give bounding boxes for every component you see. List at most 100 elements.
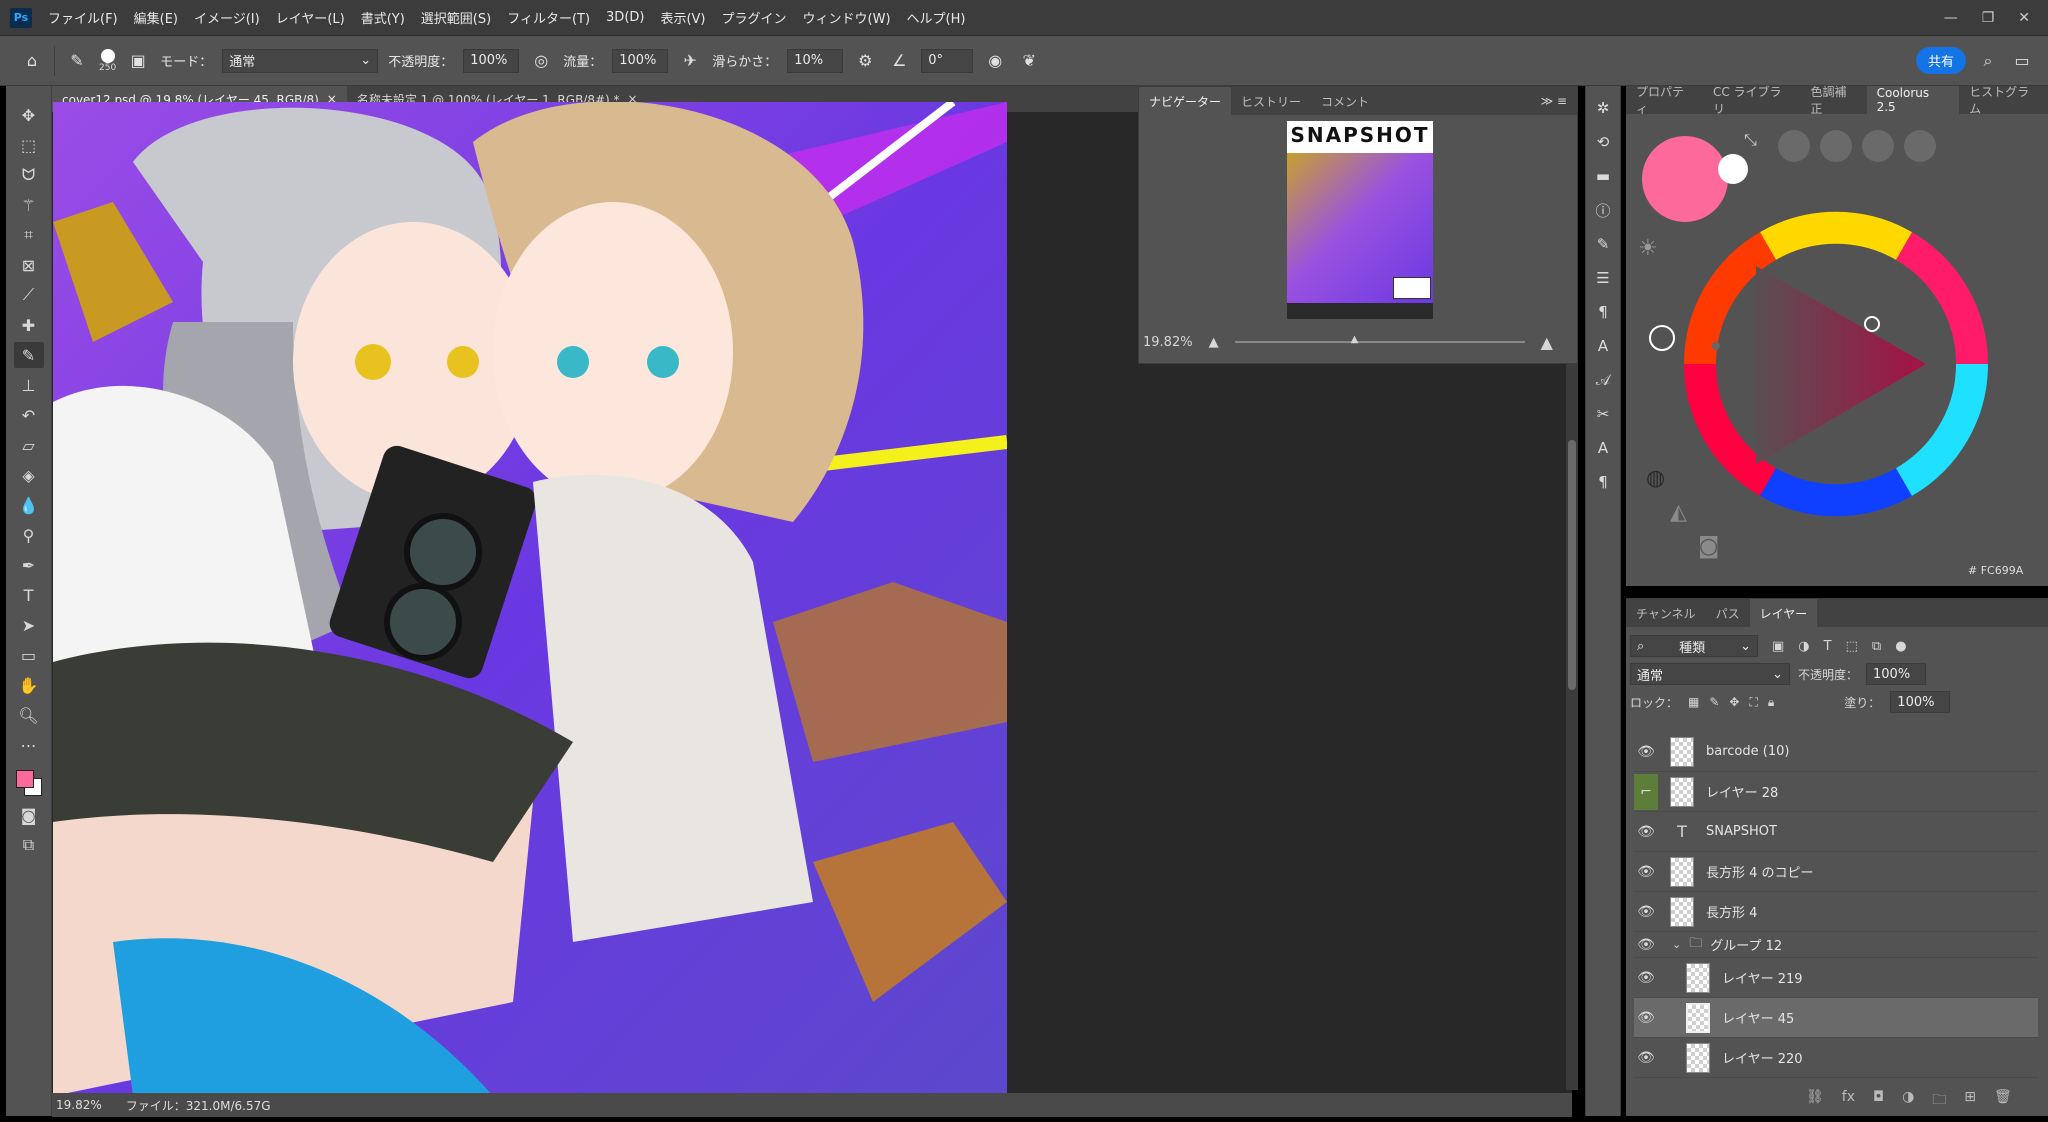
zoom-in-icon[interactable]: ▲ — [1541, 333, 1553, 352]
menu-view[interactable]: 表示(V) — [652, 8, 713, 27]
visibility-eye-icon[interactable]: 👁︎ — [1634, 904, 1658, 920]
filter-toggle-icon[interactable]: ● — [1895, 639, 1906, 654]
search-icon[interactable]: ⌕ — [1976, 49, 2000, 73]
brush-settings-icon[interactable]: ✎ — [1591, 232, 1615, 256]
stamp-tool-icon[interactable]: ⊥ — [14, 372, 44, 398]
tab-paths[interactable]: パス — [1706, 599, 1750, 627]
triangle-mode-icon[interactable]: ◭ — [1670, 500, 1687, 525]
tab-cc-libraries[interactable]: CC ライブラリ — [1703, 85, 1800, 116]
layer-row[interactable]: 👁︎ T SNAPSHOT — [1634, 812, 2038, 852]
glyphs-icon[interactable]: 𝒜 — [1591, 368, 1615, 392]
visibility-eye-icon[interactable]: 👁︎ — [1634, 744, 1658, 760]
layer-row-selected[interactable]: 👁︎ レイヤー 45 — [1634, 998, 2038, 1038]
layer-row[interactable]: 👁︎ レイヤー 219 — [1634, 958, 2038, 998]
minimize-icon[interactable]: — — [1944, 10, 1958, 26]
lock-artboard-icon[interactable]: ⛶ — [1749, 695, 1757, 710]
foreground-color-swatch[interactable] — [15, 770, 34, 788]
tab-history[interactable]: ヒストリー — [1231, 87, 1311, 115]
zoom-slider-handle[interactable]: ▲ — [1351, 334, 1359, 345]
airbrush-icon[interactable]: ✈ — [678, 49, 702, 73]
screen-mode-icon[interactable]: ⧉ — [14, 832, 44, 858]
filter-adjustment-icon[interactable]: ◑ — [1798, 639, 1809, 654]
symmetry-icon[interactable]: ❦ — [1017, 49, 1041, 73]
tab-navigator[interactable]: ナビゲーター — [1139, 87, 1232, 115]
coolorus-icon[interactable]: ✲ — [1591, 96, 1615, 120]
more-tools-icon[interactable]: ⋯ — [14, 732, 44, 758]
artwork-canvas[interactable] — [53, 102, 1007, 1096]
workspace-icon[interactable]: ▭ — [2010, 49, 2034, 73]
layer-row[interactable]: ⌐ レイヤー 28 — [1634, 772, 2038, 812]
wheel-mode-4-icon[interactable] — [1904, 130, 1936, 162]
scroll-thumb[interactable] — [1568, 440, 1576, 690]
mode-select[interactable]: 通常 ⌄ — [222, 48, 379, 73]
menu-layer[interactable]: レイヤー(L) — [268, 8, 353, 27]
opacity-field[interactable]: 100% — [463, 48, 520, 73]
hex-value[interactable]: # FC699A — [1968, 564, 2023, 577]
layer-filter-select[interactable]: ⌕ 種類 ⌄ — [1630, 635, 1758, 657]
pressure-opacity-icon[interactable]: ◎ — [529, 49, 553, 73]
chevron-down-icon[interactable]: ⌄ — [1672, 938, 1681, 951]
menu-3d[interactable]: 3D(D) — [598, 10, 652, 25]
menu-plugins[interactable]: プラグイン — [714, 8, 795, 27]
layer-style-icon[interactable]: fx — [1842, 1089, 1855, 1113]
navigator-thumbnail[interactable]: SNAPSHOT — [1287, 121, 1433, 319]
paint-bucket-tool-icon[interactable]: ◈ — [14, 462, 44, 488]
blend-mode-select[interactable]: 通常 ⌄ — [1630, 663, 1790, 685]
visibility-hidden-icon[interactable]: ⌐ — [1634, 773, 1658, 810]
tool-presets-icon[interactable]: ✂ — [1591, 402, 1615, 426]
menu-file[interactable]: ファイル(F) — [40, 8, 126, 27]
menu-edit[interactable]: 編集(E) — [126, 8, 186, 27]
menu-image[interactable]: イメージ(I) — [186, 8, 268, 27]
new-layer-icon[interactable]: ⊞ — [1964, 1089, 1976, 1113]
gear-icon[interactable]: ⚙ — [853, 49, 877, 73]
menu-select[interactable]: 選択範囲(S) — [413, 8, 499, 27]
link-layers-icon[interactable]: ⛓ — [1806, 1089, 1824, 1113]
history-brush-tool-icon[interactable]: ↶ — [14, 402, 44, 428]
type-tool-icon[interactable]: T — [14, 582, 44, 608]
visibility-eye-icon[interactable]: 👁︎ — [1634, 864, 1658, 880]
zoom-out-icon[interactable]: ▲ — [1209, 335, 1219, 350]
lock-all-icon[interactable]: 🔒︎ — [1768, 695, 1774, 710]
zoom-tool-icon[interactable]: 🔍︎ — [14, 702, 44, 728]
panel-menu-icon[interactable]: ≫ ≡ — [1541, 94, 1577, 108]
lock-transparency-icon[interactable]: ▦ — [1688, 695, 1699, 709]
filter-smart-object-icon[interactable]: ⧉ — [1872, 639, 1881, 654]
brush-preset-picker[interactable]: 250 — [99, 48, 116, 73]
layer-row[interactable]: 👁︎ barcode (10) — [1634, 732, 2038, 772]
eraser-tool-icon[interactable]: ▱ — [14, 432, 44, 458]
zoom-readout[interactable]: 19.82% — [56, 1098, 102, 1112]
adjustment-layer-icon[interactable]: ◑ — [1902, 1089, 1914, 1113]
lasso-tool-icon[interactable]: ᗢ — [14, 162, 44, 188]
new-group-icon[interactable]: 🗀 — [1932, 1089, 1946, 1113]
brush-tool-icon[interactable]: ✎ — [13, 342, 44, 368]
tab-layers[interactable]: レイヤー — [1749, 599, 1818, 627]
brightness-icon[interactable]: ☀ — [1638, 236, 1658, 261]
brush-tool-icon[interactable]: ✎ — [65, 49, 89, 73]
crop-tool-icon[interactable]: ⌗ — [14, 222, 44, 248]
magic-wand-tool-icon[interactable]: ⚚ — [14, 192, 44, 218]
wheel-mode-3-icon[interactable] — [1862, 130, 1894, 162]
fill-field[interactable]: 100% — [1890, 691, 1951, 713]
layer-group-row[interactable]: 👁︎ ⌄ 🗀 グループ 12 — [1634, 932, 2038, 958]
blur-tool-icon[interactable]: 💧 — [14, 492, 44, 518]
color-swatches[interactable] — [14, 766, 44, 800]
color-ring-icon[interactable]: ◍ — [1646, 466, 1665, 491]
visibility-eye-icon[interactable]: 👁︎ — [1634, 1010, 1658, 1026]
delete-layer-icon[interactable]: 🗑 — [1994, 1089, 2012, 1113]
share-button[interactable]: 共有 — [1915, 47, 1966, 74]
adjustments-icon[interactable]: ☰ — [1591, 266, 1615, 290]
tab-comments[interactable]: コメント — [1311, 87, 1379, 115]
eyedropper-tool-icon[interactable]: ⟋ — [14, 282, 44, 308]
layer-row[interactable]: 👁︎ 長方形 4 — [1634, 892, 2038, 932]
smoothing-field[interactable]: 10% — [787, 48, 844, 73]
zoom-slider[interactable]: ▲ — [1234, 334, 1525, 345]
layer-row[interactable]: 👁︎ レイヤー 220 — [1634, 1038, 2038, 1078]
pressure-size-icon[interactable]: ◉ — [983, 49, 1007, 73]
character-styles-icon[interactable]: A — [1591, 436, 1615, 460]
healing-brush-tool-icon[interactable]: ✚ — [14, 312, 44, 338]
dodge-tool-icon[interactable]: ⚲ — [14, 522, 44, 548]
wheel-mode-2-icon[interactable] — [1820, 130, 1852, 162]
quick-mask-icon[interactable]: ◙ — [14, 802, 44, 828]
paragraph-icon[interactable]: ¶ — [1591, 300, 1615, 324]
tab-adjustments[interactable]: 色調補正 — [1800, 85, 1866, 116]
